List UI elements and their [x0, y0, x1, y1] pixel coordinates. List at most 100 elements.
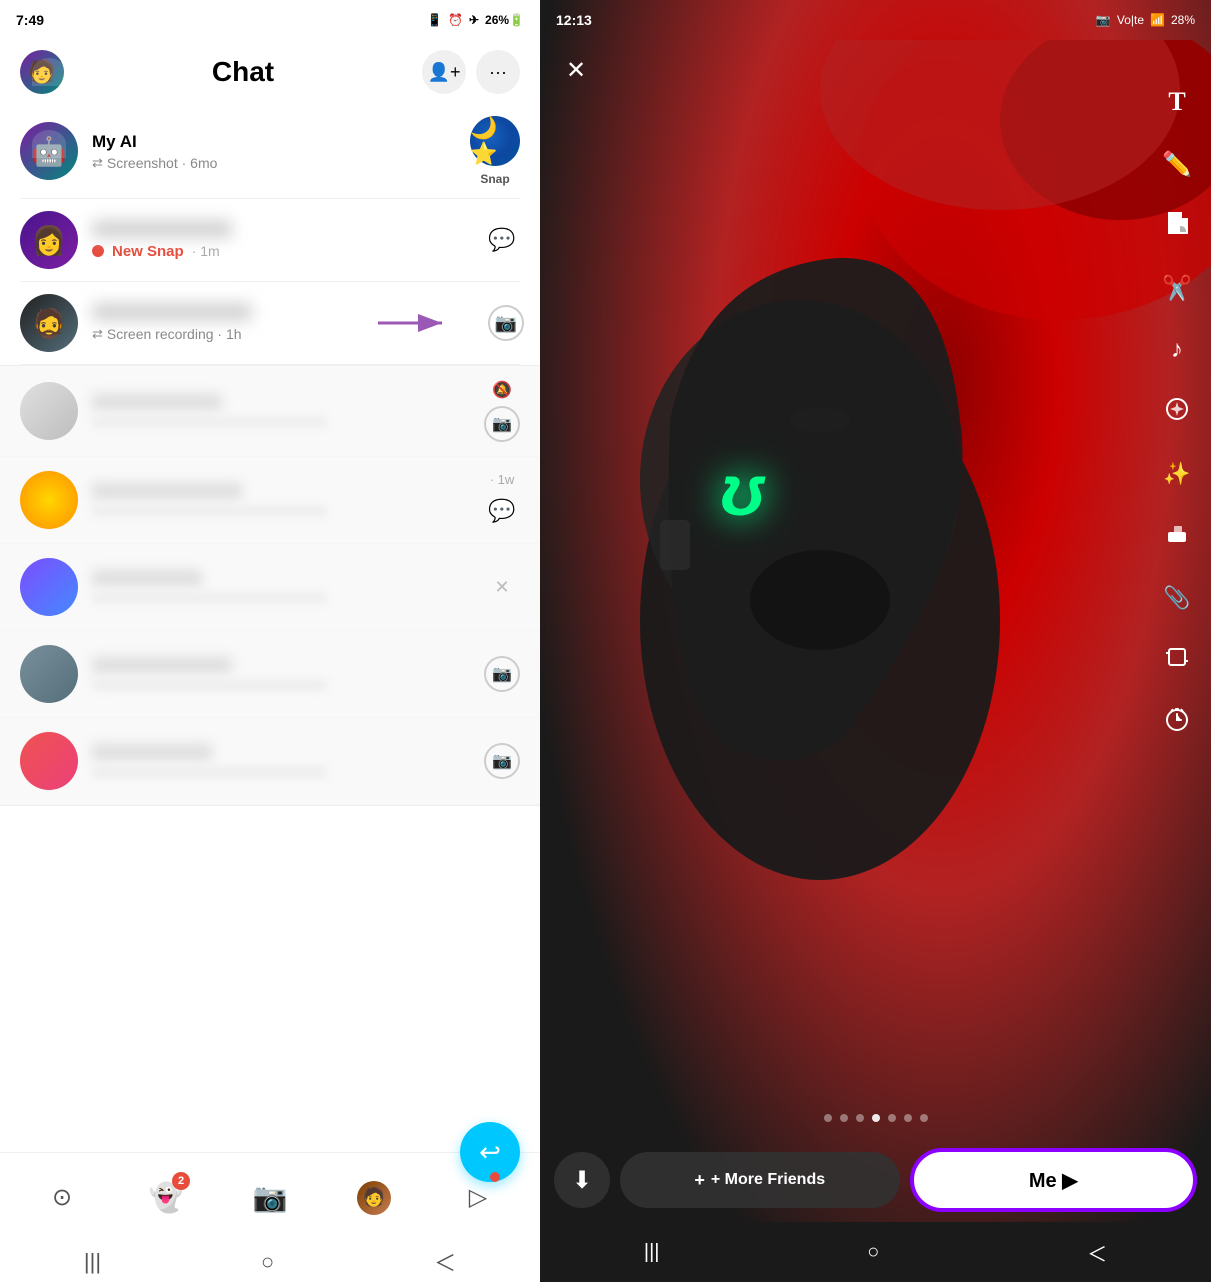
map-icon: ⊙	[52, 1183, 72, 1212]
snap-arrows-icon: ⇄	[92, 155, 103, 171]
nav-map[interactable]: ⊙	[32, 1168, 92, 1228]
user-bitmoji: 🧑	[20, 50, 64, 94]
more-friends-button[interactable]: + + More Friends	[620, 1152, 900, 1208]
page-title: Chat	[64, 56, 422, 88]
scissors-tool[interactable]: ✂️	[1155, 266, 1199, 310]
snap-tools-sidebar: T ✏️ ✂️ ♪	[1155, 80, 1199, 744]
add-friend-icon: 👤+	[428, 62, 461, 83]
dot-1	[824, 1114, 832, 1122]
snap-toolbar-top: ✕	[540, 40, 1211, 100]
download-snap-button[interactable]: ⬇	[554, 1152, 610, 1208]
girl-avatar: 👩	[20, 211, 78, 269]
myai-sub: ⇄ Screenshot · 6mo	[92, 155, 460, 171]
status-time-right: 12:13	[556, 12, 592, 28]
back-btn[interactable]: ＜	[434, 1246, 456, 1278]
snap-background: ʊ	[540, 0, 1211, 1282]
sticker-tool[interactable]	[1155, 204, 1199, 248]
myai-info: My AI ⇄ Screenshot · 6mo	[92, 132, 460, 171]
sys-nav-left: ||| ○ ＜	[0, 1242, 540, 1282]
blurred-sub-5	[92, 766, 327, 778]
chat-item-myai[interactable]: 🤖 My AI ⇄ Screenshot · 6mo 🌙⭐ Snap	[0, 104, 540, 198]
nav-camera[interactable]: 📷	[240, 1168, 300, 1228]
more-friends-label: + More Friends	[711, 1171, 825, 1189]
screen-rec-icon: ⇄	[92, 326, 103, 342]
nav-stories[interactable]: 👻 2	[136, 1168, 196, 1228]
blurred-right-1: 🔕 📷	[484, 380, 520, 442]
signal-icon: Vo|te	[1117, 13, 1144, 27]
back-btn-right[interactable]: ＜	[1087, 1238, 1107, 1267]
chat-item-girl[interactable]: 👩 New Snap · 1m 💬	[0, 199, 540, 281]
pencil-tool[interactable]: ✏️	[1155, 142, 1199, 186]
left-panel: 7:49 📱 ⏰ ✈ 26%🔋 🧑 Chat 👤+ ··· 🤖	[0, 0, 540, 1282]
myai-avatar: 🤖	[20, 122, 78, 180]
music-tool[interactable]: ♪	[1155, 328, 1199, 372]
camera-icon-b5[interactable]: 📷	[484, 743, 520, 779]
bottom-nav: ⊙ 👻 2 📷 🧑 ▷	[0, 1152, 540, 1242]
text-tool[interactable]: T	[1155, 80, 1199, 124]
blurred-content-1	[92, 394, 484, 428]
recent-apps-btn-right[interactable]: |||	[644, 1241, 660, 1264]
blurred-chat-2[interactable]: · 1w 💬	[0, 457, 540, 544]
x-icon[interactable]: ✕	[494, 577, 509, 598]
status-icons-right: 📷 Vo|te 📶 28%	[1096, 13, 1195, 27]
profile-avatar: 🧑	[357, 1181, 391, 1215]
msg-icon-b2[interactable]: 💬	[484, 493, 520, 529]
snap-badge-label: Snap	[480, 172, 509, 186]
blurred-chat-4[interactable]: 📷	[0, 631, 540, 718]
blurred-name-1	[92, 394, 222, 410]
message-icon[interactable]: 💬	[484, 222, 520, 258]
alarm-icon: ⏰	[448, 13, 463, 27]
camera-icon-b1[interactable]: 📷	[484, 406, 520, 442]
blurred-content-5	[92, 744, 484, 778]
blurred-name-5	[92, 744, 212, 760]
blurred-right-2: · 1w 💬	[484, 472, 520, 529]
nav-spotlight[interactable]: ▷	[448, 1168, 508, 1228]
snap-close-button[interactable]: ✕	[556, 50, 596, 90]
magic-tool[interactable]: ✨	[1155, 452, 1199, 496]
crop-tool[interactable]	[1155, 638, 1199, 682]
recent-apps-btn[interactable]: |||	[84, 1249, 101, 1275]
lens-icon	[1164, 396, 1190, 428]
home-btn-right[interactable]: ○	[867, 1241, 879, 1264]
blurred-avatar-2	[20, 471, 78, 529]
eraser-tool[interactable]	[1155, 514, 1199, 558]
timer-tool[interactable]	[1155, 700, 1199, 744]
dot-5	[888, 1114, 896, 1122]
blurred-chat-5[interactable]: 📷	[0, 718, 540, 805]
send-me-label: Me ▶	[1029, 1168, 1078, 1193]
blurred-chat-3[interactable]: ✕	[0, 544, 540, 631]
camera-snap-icon[interactable]: 📷	[488, 305, 524, 341]
wifi-icon: 📶	[1150, 13, 1165, 27]
more-friends-icon: +	[694, 1170, 705, 1191]
send-to-me-button[interactable]: Me ▶	[910, 1148, 1198, 1212]
chat-item-guy[interactable]: 🧔 ⇄ Screen recording · 1h 📷	[0, 282, 540, 364]
link-tool[interactable]: 📎	[1155, 576, 1199, 620]
sys-nav-right: ||| ○ ＜	[540, 1222, 1211, 1282]
myai-sub-text: Screenshot · 6mo	[107, 155, 218, 171]
lens-tool[interactable]	[1155, 390, 1199, 434]
snap-badge-icon[interactable]: 🌙⭐	[470, 116, 520, 166]
home-btn[interactable]: ○	[261, 1249, 274, 1275]
blurred-avatar-1	[20, 382, 78, 440]
blurred-avatar-3	[20, 558, 78, 616]
camera-snap-b5: 📷	[492, 751, 512, 771]
status-bar-left: 7:49 📱 ⏰ ✈ 26%🔋	[0, 0, 540, 40]
pencil-icon: ✏️	[1162, 150, 1192, 179]
user-avatar-header[interactable]: 🧑	[20, 50, 64, 94]
more-options-button[interactable]: ···	[476, 50, 520, 94]
blurred-chat-1[interactable]: 🔕 📷	[0, 366, 540, 457]
stories-badge: 2	[172, 1172, 190, 1190]
sticker-icon	[1164, 210, 1190, 242]
nav-profile[interactable]: 🧑	[344, 1168, 404, 1228]
paperclip-icon: 📎	[1163, 585, 1190, 611]
add-friend-button[interactable]: 👤+	[422, 50, 466, 94]
girl-sub: New Snap · 1m	[92, 243, 474, 260]
group-chat-block: 🔕 📷 · 1w 💬	[0, 365, 540, 806]
header-actions: 👤+ ···	[422, 50, 520, 94]
camera-icon-b4[interactable]: 📷	[484, 656, 520, 692]
profile-emoji: 🧑	[363, 1187, 385, 1208]
guy-emoji: 🧔	[32, 307, 67, 340]
girl-info: New Snap · 1m	[92, 221, 474, 260]
camera-icon: 📷	[495, 313, 517, 334]
dot-2	[840, 1114, 848, 1122]
